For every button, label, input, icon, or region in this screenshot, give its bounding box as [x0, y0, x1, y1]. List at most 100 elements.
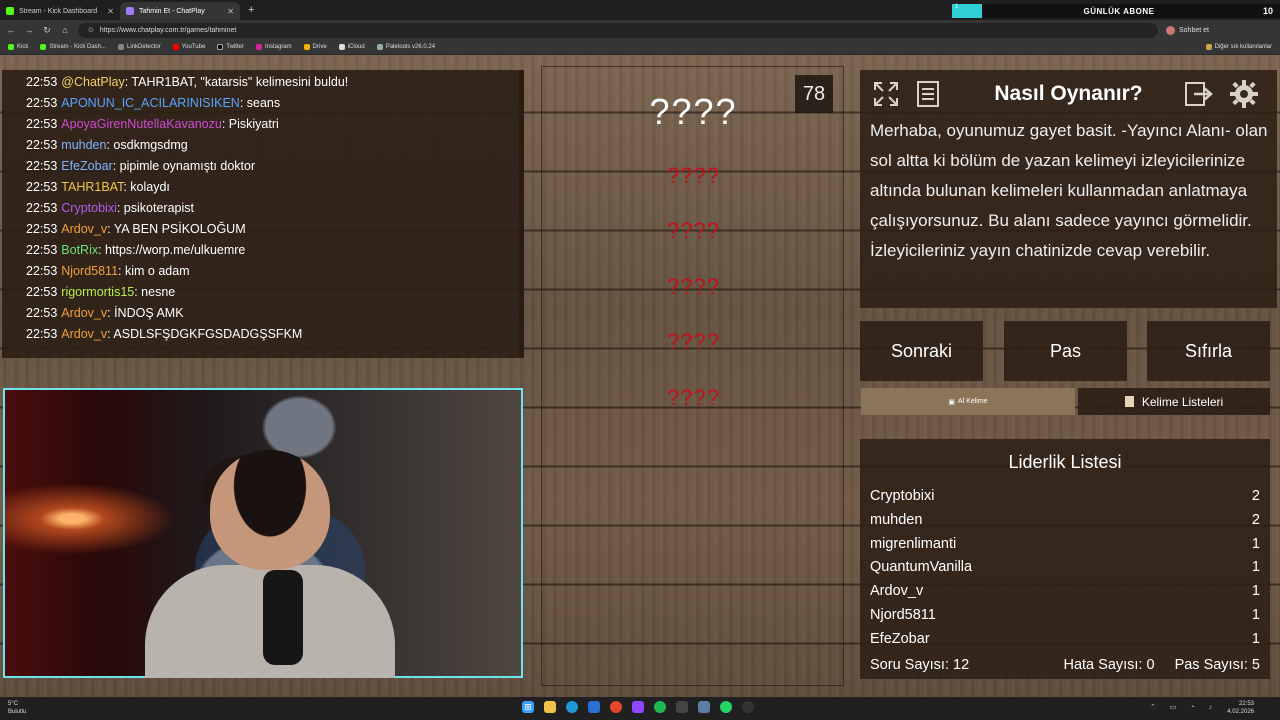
target-word: ????: [649, 91, 738, 132]
chat-username[interactable]: Ardov_v: [61, 222, 107, 236]
chat-scrollbar[interactable]: [519, 70, 524, 358]
microphone: [263, 570, 303, 665]
chat-text: : https://worp.me/ulkuemre: [98, 243, 246, 257]
file-explorer-icon[interactable]: [544, 701, 556, 713]
chat-username[interactable]: APONUN_IC_ACILARINISIKEN: [61, 96, 240, 110]
reload-icon[interactable]: ↻: [42, 25, 52, 36]
site-info-icon[interactable]: ⊙: [88, 26, 94, 34]
new-tab-button[interactable]: +: [248, 4, 254, 16]
chat-username[interactable]: @ChatPlay: [61, 75, 124, 89]
chat-message: 22:53 rigormortis15: nesne: [26, 282, 524, 303]
chat-message-list: 22:53 @ChatPlay: TAHR1BAT, "katarsis" kel…: [26, 72, 524, 345]
whatsapp-icon[interactable]: [720, 701, 732, 713]
bookmark-drive[interactable]: Drive: [303, 44, 327, 50]
chat-username[interactable]: BotRix: [61, 243, 98, 257]
leaderboard-score: 1: [1251, 606, 1260, 623]
chat-message: 22:53 EfeZobar: pipimle oynamıştı doktor: [26, 156, 524, 177]
bookmark-kick[interactable]: Kick: [8, 44, 28, 50]
leaderboard-row: Cryptobixi 2: [870, 485, 1260, 509]
chat-panel[interactable]: 22:53 @ChatPlay: TAHR1BAT, "katarsis" kel…: [2, 70, 524, 358]
close-tab-icon[interactable]: ✕: [107, 7, 114, 16]
word-lists-button[interactable]: Kelime Listeleri: [1078, 388, 1270, 415]
chat-text: : Piskiyatri: [221, 117, 279, 131]
app-icon[interactable]: [698, 701, 710, 713]
leaderboard-name: muhden: [870, 511, 923, 528]
chat-timestamp: 22:53: [26, 327, 58, 341]
gear-icon[interactable]: [1226, 76, 1262, 112]
chat-username[interactable]: Njord5811: [61, 264, 118, 278]
bookmark-twitter[interactable]: Twitter: [217, 44, 244, 50]
profile-label: Sohbet et: [1179, 26, 1209, 34]
question-count: Soru Sayısı: 12: [870, 657, 970, 673]
chat-username[interactable]: Cryptobixi: [61, 201, 117, 215]
app-icon[interactable]: [588, 701, 600, 713]
reset-button[interactable]: Sıfırla: [1147, 321, 1270, 381]
chat-timestamp: 22:53: [26, 222, 58, 236]
leaderboard-row: Ardov_v 1: [870, 580, 1260, 604]
chat-text: : nesne: [134, 285, 176, 299]
pass-button[interactable]: Pas: [1004, 321, 1127, 381]
chat-username[interactable]: Ardov_v: [61, 327, 107, 341]
icloud-icon: [338, 44, 345, 50]
kick-favicon-icon: [6, 7, 14, 15]
chat-text: : kim o adam: [118, 264, 190, 278]
app-icon[interactable]: [676, 701, 688, 713]
close-tab-icon[interactable]: ✕: [227, 7, 234, 16]
leaderboard-name: Njord5811: [870, 606, 936, 623]
home-icon[interactable]: ⌂: [60, 25, 70, 35]
weather-widget[interactable]: 5°C Bulutlu: [8, 700, 26, 716]
ai-word-button[interactable]: ▣ Al Kelime: [861, 388, 1075, 415]
system-tray[interactable]: ⌃ ▭ ◔ ♪: [1150, 703, 1218, 711]
start-icon[interactable]: ⊞: [522, 701, 534, 713]
spotify-icon[interactable]: [654, 701, 666, 713]
bookmark-kick-dashboard[interactable]: Stream - Kick Dash...: [40, 44, 106, 50]
bookmark-label: Stream - Kick Dash...: [49, 44, 107, 50]
bookmark-instagram[interactable]: Instagram: [255, 44, 292, 50]
chat-timestamp: 22:53: [26, 264, 58, 278]
twitch-icon[interactable]: [632, 701, 644, 713]
chat-username[interactable]: rigormortis15: [61, 285, 134, 299]
edge-icon[interactable]: [566, 701, 578, 713]
bookmark-label: LinkDetector: [127, 44, 161, 50]
chat-username[interactable]: muhden: [61, 138, 106, 152]
page-icon: [118, 44, 125, 50]
chat-username[interactable]: Ardov_v: [61, 306, 107, 320]
chat-timestamp: 22:53: [26, 117, 58, 131]
bookmark-linkdetector[interactable]: LinkDetector: [118, 44, 161, 50]
url-text: https://www.chatplay.com.tr/games/tahmin…: [99, 26, 237, 34]
clock-time: 22:53: [1238, 701, 1254, 707]
chat-timestamp: 22:53: [26, 306, 58, 320]
leaderboard-row: Njord5811 1: [870, 604, 1260, 628]
chat-timestamp: 22:53: [26, 75, 58, 89]
chat-message: 22:53 ApoyaGirenNutellaKavanozu: Piskiyat…: [26, 114, 524, 135]
url-field[interactable]: ⊙ https://www.chatplay.com.tr/games/tahm…: [78, 22, 1158, 38]
tab-kick-dashboard[interactable]: Stream - Kick Dashboard ✕: [0, 2, 120, 20]
logout-icon[interactable]: [1181, 76, 1217, 112]
forward-icon[interactable]: →: [24, 25, 34, 35]
next-button[interactable]: Sonraki: [860, 321, 983, 381]
leaderboard-name: Cryptobixi: [870, 488, 935, 504]
subscriber-goal-target: 10: [1262, 6, 1273, 16]
bookmark-youtube[interactable]: YouTube: [172, 44, 205, 50]
chat-username[interactable]: ApoyaGirenNutellaKavanozu: [61, 117, 222, 131]
clock[interactable]: 22:53 4.02.2026: [1227, 700, 1254, 716]
leaderboard-score: 1: [1251, 630, 1260, 647]
chat-message: 22:53 Njord5811: kim o adam: [26, 261, 524, 282]
taskbar-apps: ⊞: [522, 701, 754, 713]
profile-button[interactable]: Sohbet et: [1166, 25, 1209, 35]
bookmark-label: Instagram: [264, 44, 292, 50]
back-icon[interactable]: ←: [6, 25, 16, 35]
tab-tahmin-et[interactable]: Tahmin Et - ChatPlay ✕: [120, 2, 240, 20]
webcam-feed: [3, 388, 523, 678]
chat-message: 22:53 Cryptobixi: psikoterapist: [26, 198, 524, 219]
chat-username[interactable]: EfeZobar: [61, 159, 112, 173]
drive-icon: [303, 44, 310, 50]
chat-username[interactable]: TAHR1BAT: [61, 180, 123, 194]
bookmark-icloud[interactable]: iCloud: [338, 44, 365, 50]
tab-title: Stream - Kick Dashboard: [19, 7, 98, 15]
bookmark-paletools[interactable]: Paletools v26.0.24: [376, 44, 435, 50]
forbidden-word: ????: [667, 218, 720, 243]
obs-icon[interactable]: [742, 701, 754, 713]
other-bookmarks[interactable]: Diğer sık kullanılanlar: [1205, 44, 1272, 50]
browser-icon[interactable]: [610, 701, 622, 713]
